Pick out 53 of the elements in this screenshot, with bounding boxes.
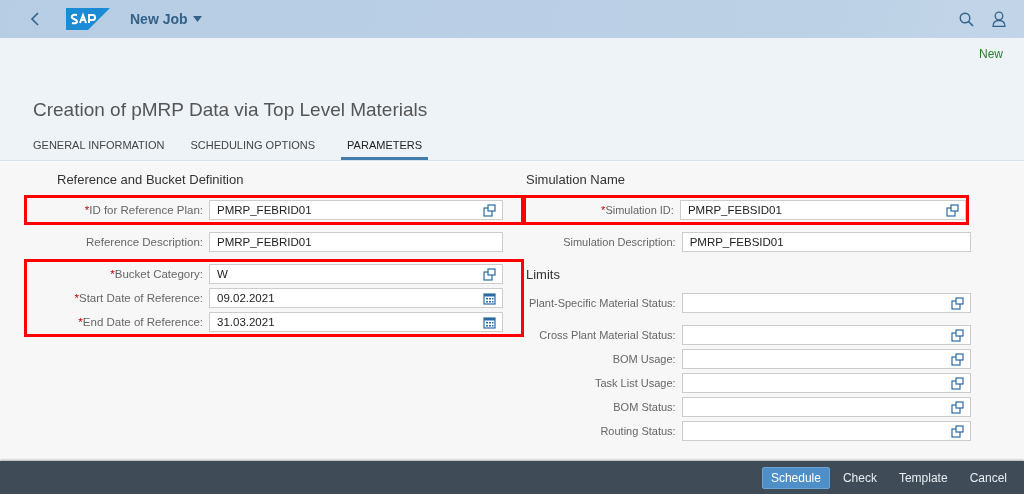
field-label: BOM Usage: xyxy=(611,352,677,366)
page-title: Creation of pMRP Data via Top Level Materials xyxy=(33,99,429,122)
value-help-icon[interactable] xyxy=(483,267,496,281)
caret-icon xyxy=(192,16,202,22)
field-label: BOM Status: xyxy=(612,400,677,414)
value-help-icon[interactable] xyxy=(951,376,964,390)
search-icon[interactable] xyxy=(959,11,974,27)
input-field[interactable] xyxy=(681,397,971,417)
field-label: *Start Date of Reference: xyxy=(73,291,204,305)
field-label: *End Date of Reference: xyxy=(77,315,204,329)
tab[interactable]: GENERAL INFORMATION xyxy=(33,139,165,160)
section-title: Simulation Name xyxy=(526,171,626,189)
app-title-menu[interactable]: New Job xyxy=(130,11,202,27)
date-field[interactable]: 09.02.2021 xyxy=(209,288,503,308)
value-help-icon[interactable] xyxy=(951,296,964,310)
field-label: Task List Usage: xyxy=(593,376,677,390)
field-label: Simulation Description: xyxy=(562,235,677,249)
field-label: *Simulation ID: xyxy=(600,203,675,217)
value-help-icon[interactable] xyxy=(951,328,964,342)
input-field[interactable] xyxy=(681,373,971,393)
date-field[interactable]: 31.03.2021 xyxy=(209,312,503,332)
value-help-icon[interactable] xyxy=(483,203,496,217)
value-help-icon[interactable] xyxy=(951,400,964,414)
input-field[interactable] xyxy=(681,293,971,313)
field-label: *ID for Reference Plan: xyxy=(83,203,204,217)
value-help-icon[interactable] xyxy=(951,352,964,366)
section-title: Reference and Bucket Definition xyxy=(56,171,245,189)
tab[interactable]: SCHEDULING OPTIONS xyxy=(190,139,316,160)
input-field[interactable]: PMRP_FEBRID01 xyxy=(209,232,503,252)
calendar-icon[interactable] xyxy=(483,315,496,329)
input-field[interactable] xyxy=(681,349,971,369)
footer-button[interactable]: Template xyxy=(889,466,957,489)
value-help-icon[interactable] xyxy=(946,203,959,217)
section-title: Limits xyxy=(526,266,561,284)
status-text: New xyxy=(979,47,1003,63)
user-icon[interactable] xyxy=(992,11,1006,27)
calendar-icon[interactable] xyxy=(483,291,496,305)
field-label: Cross Plant Material Status: xyxy=(538,328,677,342)
value-help-icon[interactable] xyxy=(951,424,964,438)
input-field[interactable]: PMRP_FEBRID01 xyxy=(209,200,503,220)
field-label: Reference Description: xyxy=(85,235,204,249)
footer-button[interactable]: Cancel xyxy=(960,466,1016,489)
input-field[interactable] xyxy=(681,325,971,345)
input-field[interactable]: PMRP_FEBSID01 xyxy=(681,232,971,252)
input-field[interactable]: W xyxy=(209,264,503,284)
input-field[interactable] xyxy=(681,421,971,441)
input-field[interactable]: PMRP_FEBSID01 xyxy=(679,200,966,220)
field-label: Plant-Specific Material Status: xyxy=(527,296,677,310)
footer-button[interactable]: Check xyxy=(833,466,886,489)
field-label: Routing Status: xyxy=(599,424,677,438)
field-label: *Bucket Category: xyxy=(109,267,204,281)
logo-icon xyxy=(66,8,110,30)
tab[interactable]: PARAMETERS xyxy=(341,139,429,160)
